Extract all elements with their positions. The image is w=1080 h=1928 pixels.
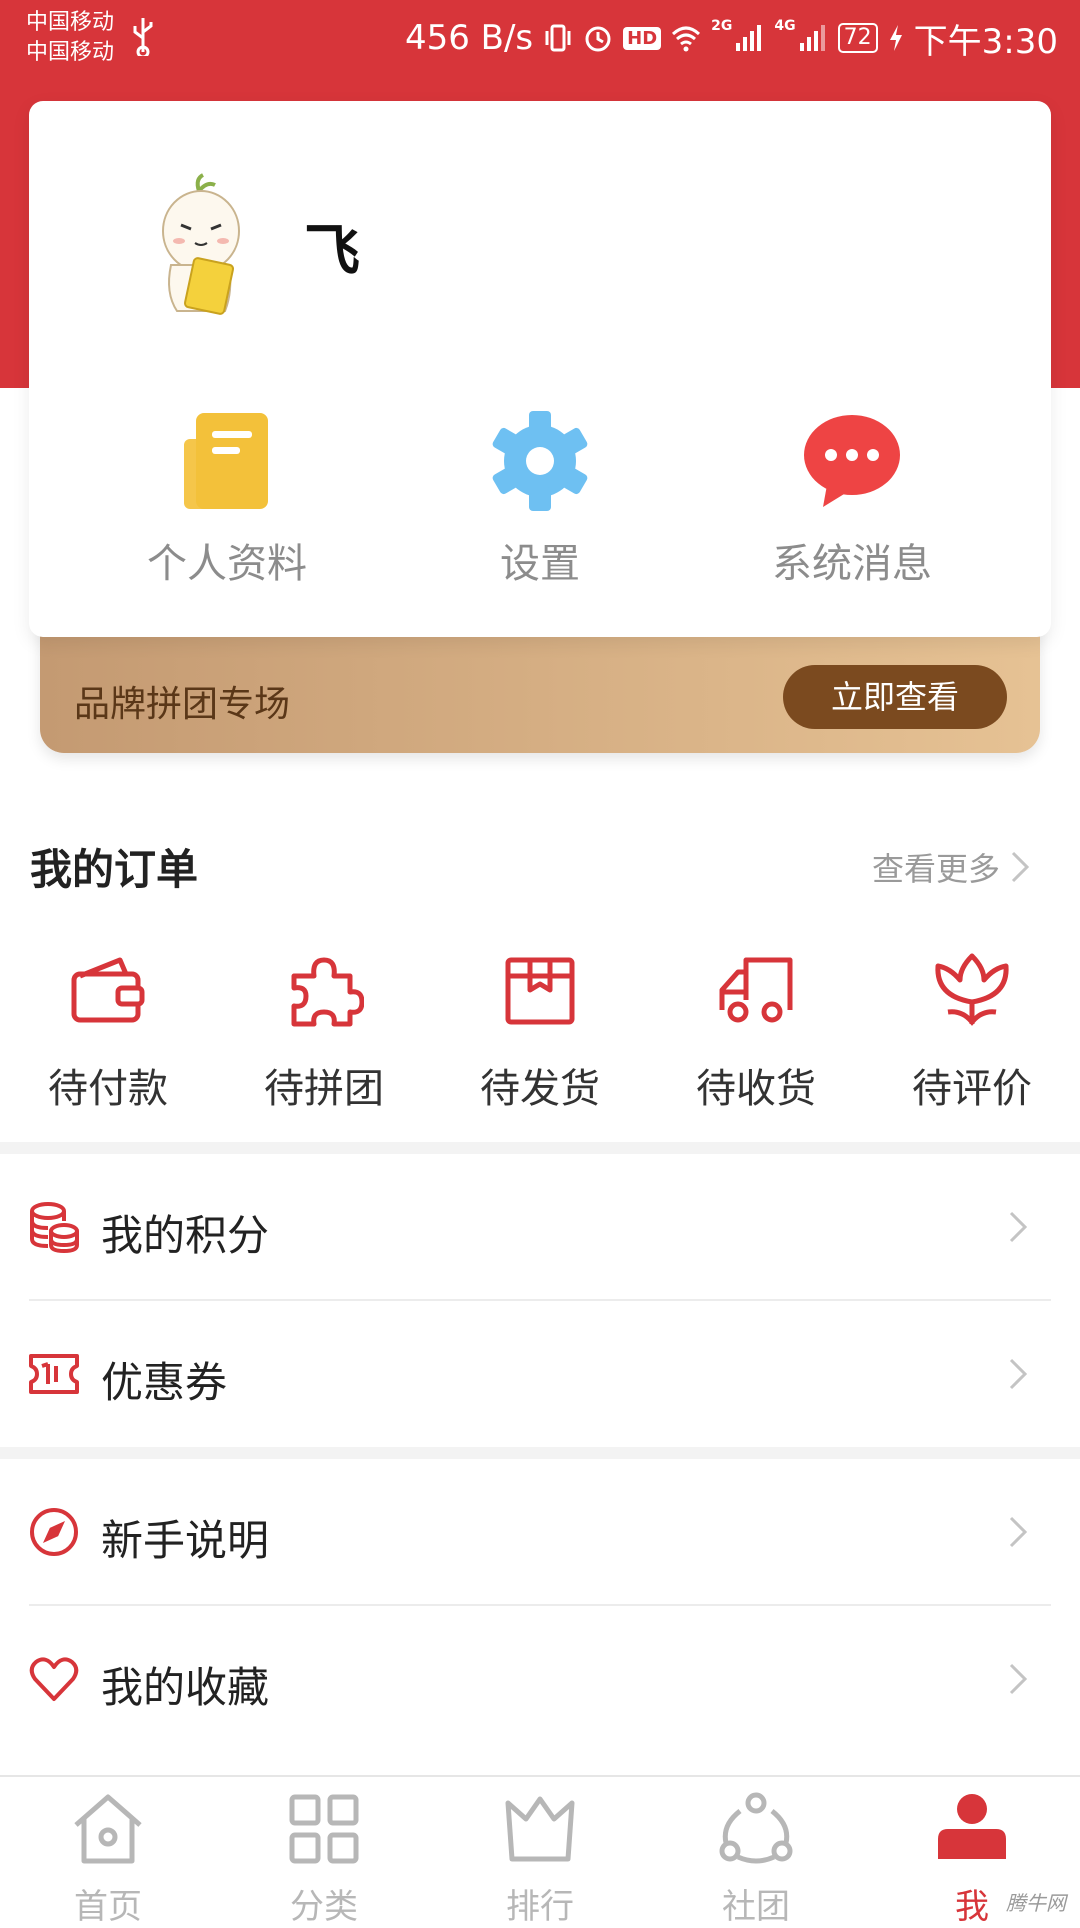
order-pending-review[interactable]: 待评价 xyxy=(864,950,1080,1114)
tab-category[interactable]: 分类 xyxy=(216,1789,432,1928)
tab-label: 首页 xyxy=(74,1887,142,1927)
order-label: 待发货 xyxy=(480,1066,600,1112)
menu-label: 我的积分 xyxy=(101,1211,270,1260)
order-pending-group[interactable]: 待拼团 xyxy=(216,950,432,1114)
hd-badge: HD xyxy=(623,26,662,50)
order-label: 待拼团 xyxy=(264,1066,384,1112)
section-gap xyxy=(0,1447,1080,1459)
crown-icon xyxy=(505,1796,575,1862)
order-label: 待评价 xyxy=(912,1066,1032,1112)
quick-action-messages[interactable]: 系统消息 xyxy=(682,411,1022,589)
tab-community[interactable]: 社团 xyxy=(648,1789,864,1928)
quick-action-label: 系统消息 xyxy=(772,541,932,587)
tab-ranking[interactable]: 排行 xyxy=(432,1789,648,1928)
menu-label: 新手说明 xyxy=(101,1516,270,1565)
order-label: 待付款 xyxy=(48,1066,168,1112)
grid-icon xyxy=(289,1794,359,1864)
box-icon xyxy=(505,957,575,1025)
signal-icon-2 xyxy=(799,25,825,51)
chevron-right-icon xyxy=(1011,851,1030,883)
usb-icon xyxy=(133,18,153,56)
tab-label: 分类 xyxy=(290,1887,358,1927)
carrier-1: 中国移动 xyxy=(26,10,115,35)
status-bar: 中国移动 中国移动 456 B/s HD 2G 4G 72 下午3:30 xyxy=(0,0,1080,78)
carrier-info: 中国移动 中国移动 xyxy=(26,8,114,68)
truck-icon xyxy=(719,957,793,1023)
quick-action-settings[interactable]: 设置 xyxy=(370,411,710,589)
order-pending-payment[interactable]: 待付款 xyxy=(0,950,216,1114)
community-icon xyxy=(719,1792,793,1864)
chevron-right-icon xyxy=(1009,1663,1028,1695)
tab-label: 社团 xyxy=(722,1887,790,1927)
orders-view-more[interactable]: 查看更多 xyxy=(872,844,1030,890)
chevron-right-icon xyxy=(1009,1358,1028,1390)
vibrate-icon xyxy=(545,24,571,52)
flower-icon xyxy=(935,953,1009,1026)
ticket-icon xyxy=(29,1354,79,1394)
username[interactable]: 飞 xyxy=(304,206,360,287)
document-icon xyxy=(184,413,268,509)
order-pending-receipt[interactable]: 待收货 xyxy=(648,950,864,1114)
section-gap xyxy=(0,1142,1080,1154)
menu-points[interactable]: 我的积分 xyxy=(0,1154,1080,1300)
charging-icon xyxy=(889,25,902,51)
bottom-tab-bar: 首页 分类 排行 社团 我 腾牛网 xyxy=(0,1775,1080,1927)
carrier-2: 中国移动 xyxy=(26,40,115,65)
menu-beginner-guide[interactable]: 新手说明 xyxy=(0,1459,1080,1605)
battery-level: 72 xyxy=(837,23,878,53)
quick-action-label: 设置 xyxy=(500,541,580,587)
quick-action-label: 个人资料 xyxy=(147,541,307,587)
tab-label: 排行 xyxy=(506,1887,574,1927)
alarm-icon xyxy=(585,26,611,52)
quick-action-profile[interactable]: 个人资料 xyxy=(57,411,397,589)
wifi-icon xyxy=(672,26,701,52)
puzzle-icon xyxy=(291,957,364,1027)
tab-home[interactable]: 首页 xyxy=(0,1789,216,1928)
heart-icon xyxy=(29,1657,79,1701)
home-icon xyxy=(74,1794,142,1864)
promo-view-button[interactable]: 立即查看 xyxy=(783,665,1007,729)
watermark: 腾牛网 xyxy=(1006,1891,1066,1915)
coins-icon xyxy=(30,1202,79,1253)
promo-title: 品牌拼团专场 xyxy=(74,684,291,725)
net-2g: 2G xyxy=(711,18,733,34)
order-label: 待收货 xyxy=(696,1066,816,1112)
view-more-label: 查看更多 xyxy=(871,850,1000,888)
message-icon xyxy=(804,415,900,507)
menu-coupons[interactable]: 优惠券 xyxy=(0,1301,1080,1447)
clock: 下午3:30 xyxy=(913,21,1058,62)
chevron-right-icon xyxy=(1009,1211,1028,1243)
net-4g: 4G xyxy=(774,18,796,34)
menu-label: 优惠券 xyxy=(101,1358,228,1407)
status-right: 456 B/s HD 2G 4G 72 下午3:30 xyxy=(405,10,1058,66)
menu-favorites[interactable]: 我的收藏 xyxy=(0,1606,1080,1752)
signal-icon xyxy=(736,25,762,51)
compass-icon xyxy=(30,1508,78,1556)
net-speed: 456 B/s xyxy=(404,18,534,58)
avatar[interactable] xyxy=(137,173,267,323)
profile-card: 飞 个人资料 设置 系统消息 xyxy=(29,101,1051,637)
chevron-right-icon xyxy=(1009,1516,1028,1548)
menu-label: 我的收藏 xyxy=(101,1663,270,1712)
orders-title: 我的订单 xyxy=(30,845,199,894)
wallet-icon xyxy=(71,957,145,1023)
gear-icon xyxy=(492,411,588,511)
person-icon xyxy=(938,1794,1006,1859)
order-pending-shipment[interactable]: 待发货 xyxy=(432,950,648,1114)
